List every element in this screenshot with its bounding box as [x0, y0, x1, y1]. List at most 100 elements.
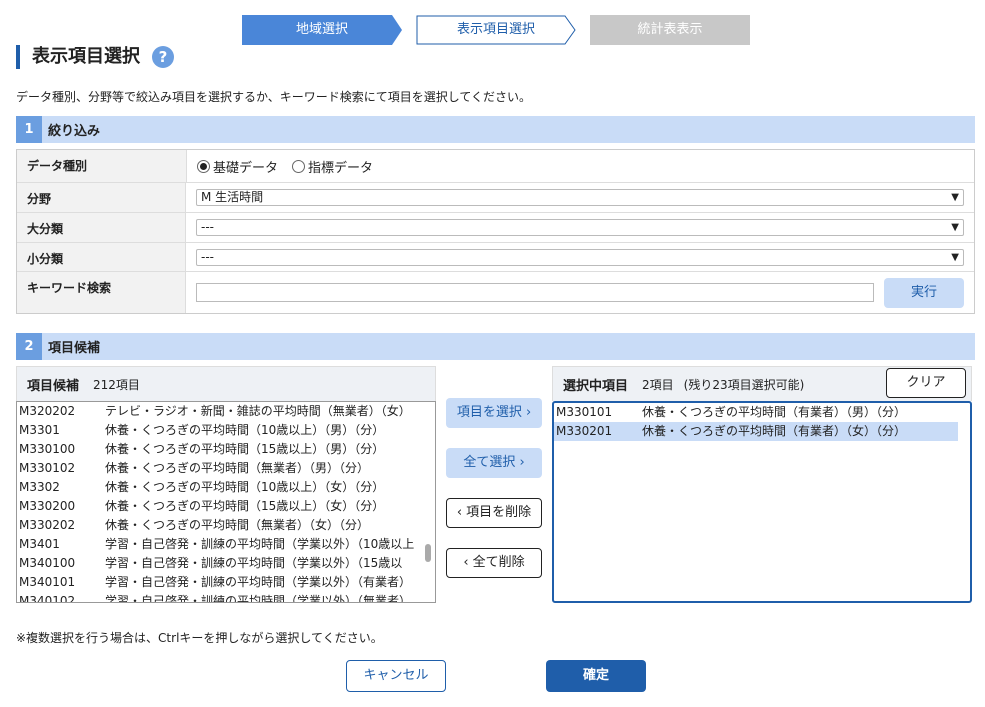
radio-index-data[interactable]: 指標データ: [292, 157, 373, 176]
item-code: M330100: [19, 442, 76, 456]
execute-search-button[interactable]: 実行: [884, 277, 964, 308]
item-code: M320202: [19, 404, 76, 418]
filter-row-minor: 小分類 --- ▼: [17, 243, 974, 272]
item-code: M330102: [19, 461, 76, 475]
candidates-items: M320202 テレビ・ラジオ・新聞・雑誌の平均時間（無業者）（女） M3301 休養…: [17, 402, 435, 603]
item-code: M3401: [19, 537, 60, 551]
candidates-title: 項目候補: [27, 378, 80, 394]
candidates-listbox[interactable]: M320202 テレビ・ラジオ・新聞・雑誌の平均時間（無業者）（女） M3301 休養…: [16, 401, 436, 603]
page-title: 表示項目選択 ?: [16, 45, 174, 69]
select-all-label: 全て選択: [463, 455, 516, 470]
list-item[interactable]: M3301 休養・くつろぎの平均時間（10歳以上）（男）（分）: [17, 421, 435, 440]
item-code: M330201: [556, 424, 613, 438]
select-item-button[interactable]: 項目を選択 ›: [446, 398, 542, 428]
section-label: 項目候補: [48, 341, 101, 356]
minor-select-value: ---: [201, 249, 214, 264]
field-label: 分野: [17, 183, 186, 212]
radio-checked-icon: [197, 159, 210, 173]
step-table-display: 統計表表示: [590, 15, 750, 45]
field-select-value: M 生活時間: [201, 190, 264, 204]
item-code: M3301: [19, 423, 60, 437]
item-name: 学習・自己啓発・訓練の平均時間（学業以外）（無業者）: [105, 594, 412, 603]
delete-all-label: 全て削除: [472, 555, 525, 570]
item-name: 休養・くつろぎの平均時間（10歳以上）（男）（分）: [105, 423, 385, 437]
major-select-value: ---: [201, 220, 214, 234]
candidates-count: 212項目: [93, 377, 140, 392]
chevron-right-icon: ›: [525, 405, 532, 420]
chevron-right-icon: ›: [519, 455, 525, 470]
selected-count: 2項目: [642, 377, 674, 392]
list-item[interactable]: M330100 休養・くつろぎの平均時間（15歳以上）（男）（分）: [17, 440, 435, 459]
filter-row-data-type: データ種別 基礎データ 指標データ: [17, 150, 974, 183]
list-item[interactable]: M330202 休養・くつろぎの平均時間（無業者）（女）（分）: [17, 516, 435, 535]
field-select[interactable]: M 生活時間 ▼: [196, 189, 964, 206]
list-item[interactable]: M340101 学習・自己啓発・訓練の平均時間（学業以外）（有業者）: [17, 573, 435, 592]
chevron-down-icon: ▼: [951, 192, 959, 203]
item-name: 休養・くつろぎの平均時間（10歳以上）（女）（分）: [105, 480, 385, 494]
item-name: 休養・くつろぎの平均時間（無業者）（女）（分）: [105, 518, 370, 532]
list-item[interactable]: M340102 学習・自己啓発・訓練の平均時間（学業以外）（無業者）: [17, 592, 435, 603]
candidates-header: 項目候補 212項目: [16, 366, 436, 401]
chevron-down-icon: ▼: [951, 222, 959, 233]
list-item[interactable]: M330201 休養・くつろぎの平均時間（有業者）（女）（分）: [554, 422, 958, 441]
list-item[interactable]: M340100 学習・自己啓発・訓練の平均時間（学業以外）（15歳以: [17, 554, 435, 573]
list-item[interactable]: M3401 学習・自己啓発・訓練の平均時間（学業以外）（10歳以上: [17, 535, 435, 554]
item-name: 休養・くつろぎの平均時間（無業者）（男）（分）: [105, 461, 370, 475]
section-candidates-header: 2 項目候補: [16, 333, 975, 360]
item-code: M330202: [19, 518, 76, 532]
chevron-left-icon: ‹: [463, 555, 473, 570]
item-name: 学習・自己啓発・訓練の平均時間（学業以外）（有業者）: [105, 575, 412, 589]
confirm-button[interactable]: 確定: [546, 660, 646, 692]
multi-select-note: ※複数選択を行う場合は、Ctrlキーを押しながら選択してください。: [16, 631, 383, 645]
selected-listbox[interactable]: M330101 休養・くつろぎの平均時間（有業者）（男）（分） M330201 休養・…: [552, 401, 972, 603]
delete-item-button[interactable]: ‹ 項目を削除: [446, 498, 542, 528]
filter-row-keyword: キーワード検索 実行: [17, 272, 974, 313]
list-item[interactable]: M320202 テレビ・ラジオ・新聞・雑誌の平均時間（無業者）（女）: [17, 402, 435, 421]
list-item[interactable]: M330102 休養・くつろぎの平均時間（無業者）（男）（分）: [17, 459, 435, 478]
item-code: M340101: [19, 575, 76, 589]
listbox-scrollbar[interactable]: [425, 544, 431, 562]
item-code: M330101: [556, 405, 613, 419]
item-name: 休養・くつろぎの平均時間（15歳以上）（女）（分）: [105, 499, 385, 513]
data-type-label: データ種別: [17, 150, 187, 182]
step-label: 表示項目選択: [456, 22, 535, 37]
chevron-down-icon: ▼: [951, 251, 959, 263]
list-item[interactable]: M330200 休養・くつろぎの平均時間（15歳以上）（女）（分）: [17, 497, 435, 516]
chevron-left-icon: ‹: [456, 505, 467, 520]
radio-basic-data[interactable]: 基礎データ: [197, 157, 278, 176]
delete-item-label: 項目を削除: [466, 505, 532, 520]
step-item-select: 表示項目選択: [416, 15, 576, 45]
minor-category-label: 小分類: [17, 243, 186, 271]
select-item-label: 項目を選択: [456, 405, 522, 420]
cancel-button[interactable]: キャンセル: [346, 660, 446, 692]
item-code: M330200: [19, 499, 76, 513]
radio-label: 指標データ: [308, 160, 374, 176]
filter-row-major: 大分類 --- ▼: [17, 213, 974, 243]
filter-table: データ種別 基礎データ 指標データ 分野 M 生活時間 ▼ 大分類 --- ▼: [16, 149, 975, 314]
keyword-input[interactable]: [196, 283, 874, 302]
help-icon[interactable]: ?: [152, 46, 174, 68]
item-name: 休養・くつろぎの平均時間（有業者）（男）（分）: [642, 405, 907, 419]
select-all-button[interactable]: 全て選択 ›: [446, 448, 542, 478]
item-name: 休養・くつろぎの平均時間（有業者）（女）（分）: [642, 424, 907, 438]
section-label: 絞り込み: [48, 124, 101, 139]
major-category-select[interactable]: --- ▼: [196, 219, 964, 236]
list-item[interactable]: M330101 休養・くつろぎの平均時間（有業者）（男）（分）: [554, 403, 958, 422]
item-code: M340102: [19, 594, 76, 603]
step-label: 地域選択: [295, 22, 348, 37]
minor-category-select[interactable]: --- ▼: [196, 248, 964, 266]
radio-unchecked-icon: [292, 159, 306, 173]
item-code: M3302: [19, 480, 60, 494]
step-region-select[interactable]: 地域選択: [242, 15, 402, 45]
delete-all-button[interactable]: ‹ 全て削除: [446, 548, 542, 578]
filter-row-field: 分野 M 生活時間 ▼: [17, 183, 974, 213]
step-label: 統計表表示: [637, 22, 703, 37]
radio-label: 基礎データ: [213, 160, 279, 176]
list-item[interactable]: M3302 休養・くつろぎの平均時間（10歳以上）（女）（分）: [17, 478, 435, 497]
keyword-label: キーワード検索: [17, 272, 186, 313]
selected-title: 選択中項目: [563, 378, 629, 394]
page-description: データ種別、分野等で絞込み項目を選択するか、キーワード検索にて項目を選択してくだ…: [16, 90, 532, 104]
item-name: テレビ・ラジオ・新聞・雑誌の平均時間（無業者）（女）: [105, 404, 411, 418]
clear-button[interactable]: クリア: [886, 368, 966, 398]
section-filter-header: 1 絞り込み: [16, 116, 975, 143]
